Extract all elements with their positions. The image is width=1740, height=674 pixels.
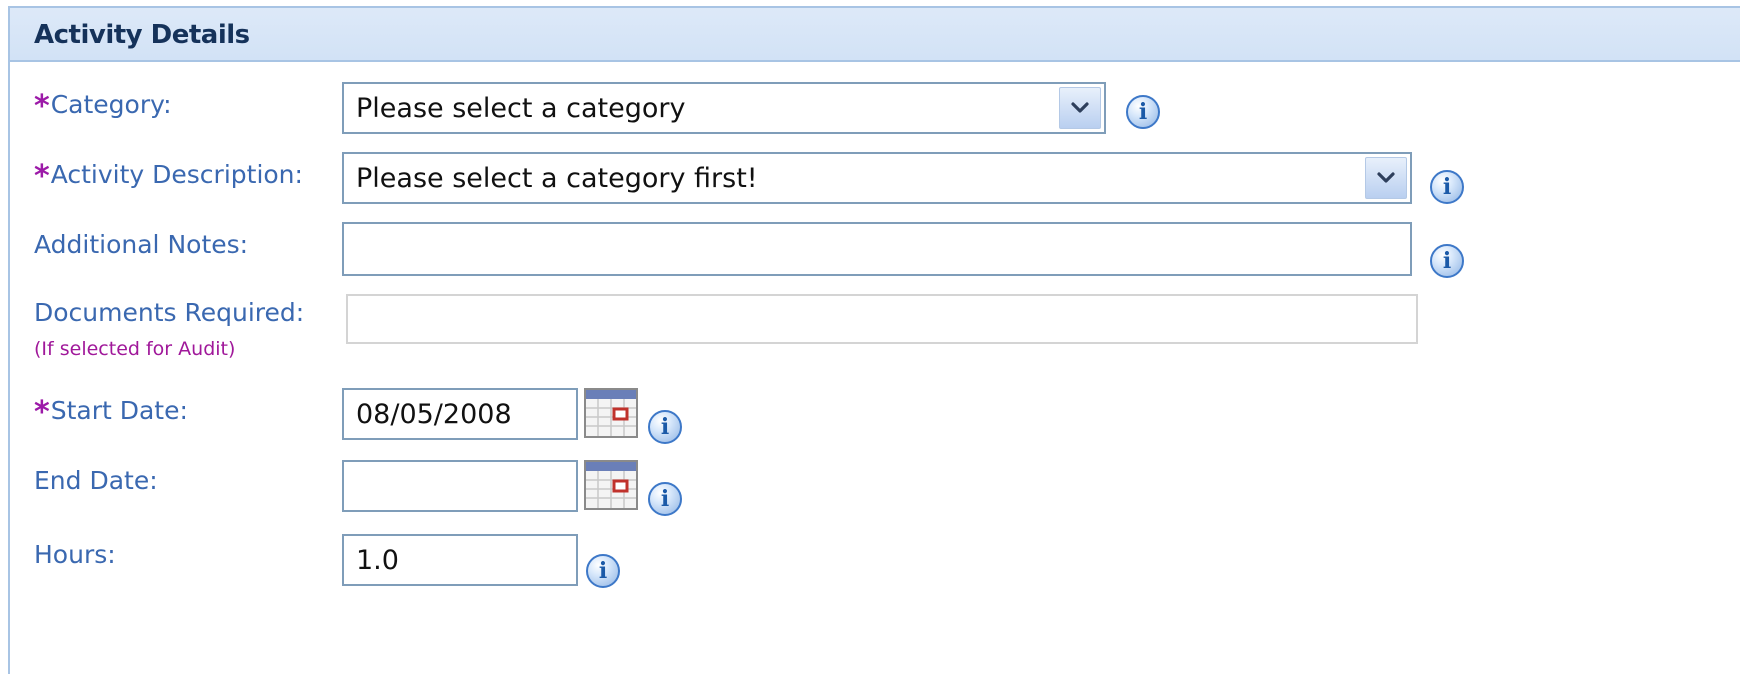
documents-required-input (346, 294, 1418, 344)
activity-description-label: *Activity Description: (34, 156, 303, 194)
end-date-input[interactable] (342, 460, 578, 512)
end-date-label: End Date: (34, 466, 158, 495)
start-date-label: *Start Date: (34, 392, 188, 430)
start-date-input[interactable]: 08/05/2008 (342, 388, 578, 440)
activity-description-dropdown-button[interactable] (1365, 157, 1407, 199)
category-select-value: Please select a category (356, 92, 686, 124)
calendar-icon[interactable] (584, 460, 638, 510)
additional-notes-input[interactable] (342, 222, 1412, 276)
activity-description-info-icon[interactable]: i (1430, 170, 1464, 204)
activity-details-panel: Activity Details *Category: Please selec… (8, 6, 1740, 674)
category-dropdown-button[interactable] (1059, 87, 1101, 129)
category-label: *Category: (34, 86, 172, 124)
documents-required-label: Documents Required: (34, 298, 305, 327)
activity-description-label-text: Activity Description: (50, 160, 303, 189)
hours-value: 1.0 (356, 544, 399, 576)
panel-header: Activity Details (10, 8, 1740, 62)
panel-title: Activity Details (34, 20, 250, 50)
end-date-info-icon[interactable]: i (648, 482, 682, 516)
hours-input[interactable]: 1.0 (342, 534, 578, 586)
required-marker: * (34, 159, 50, 194)
start-date-label-text: Start Date: (50, 396, 188, 425)
start-date-info-icon[interactable]: i (648, 410, 682, 444)
hours-label: Hours: (34, 540, 116, 569)
category-select[interactable]: Please select a category (342, 82, 1106, 134)
calendar-icon[interactable] (584, 388, 638, 438)
activity-description-select[interactable]: Please select a category first! (342, 152, 1412, 204)
chevron-down-icon (1071, 102, 1089, 113)
start-date-value: 08/05/2008 (356, 398, 512, 430)
chevron-down-icon (1377, 172, 1395, 183)
additional-notes-info-icon[interactable]: i (1430, 244, 1464, 278)
additional-notes-label: Additional Notes: (34, 230, 249, 259)
documents-required-sublabel: (If selected for Audit) (34, 338, 236, 360)
category-label-text: Category: (50, 90, 172, 119)
required-marker: * (34, 395, 50, 430)
category-info-icon[interactable]: i (1126, 95, 1160, 129)
hours-info-icon[interactable]: i (586, 554, 620, 588)
required-marker: * (34, 89, 50, 124)
activity-description-select-value: Please select a category first! (356, 162, 758, 194)
